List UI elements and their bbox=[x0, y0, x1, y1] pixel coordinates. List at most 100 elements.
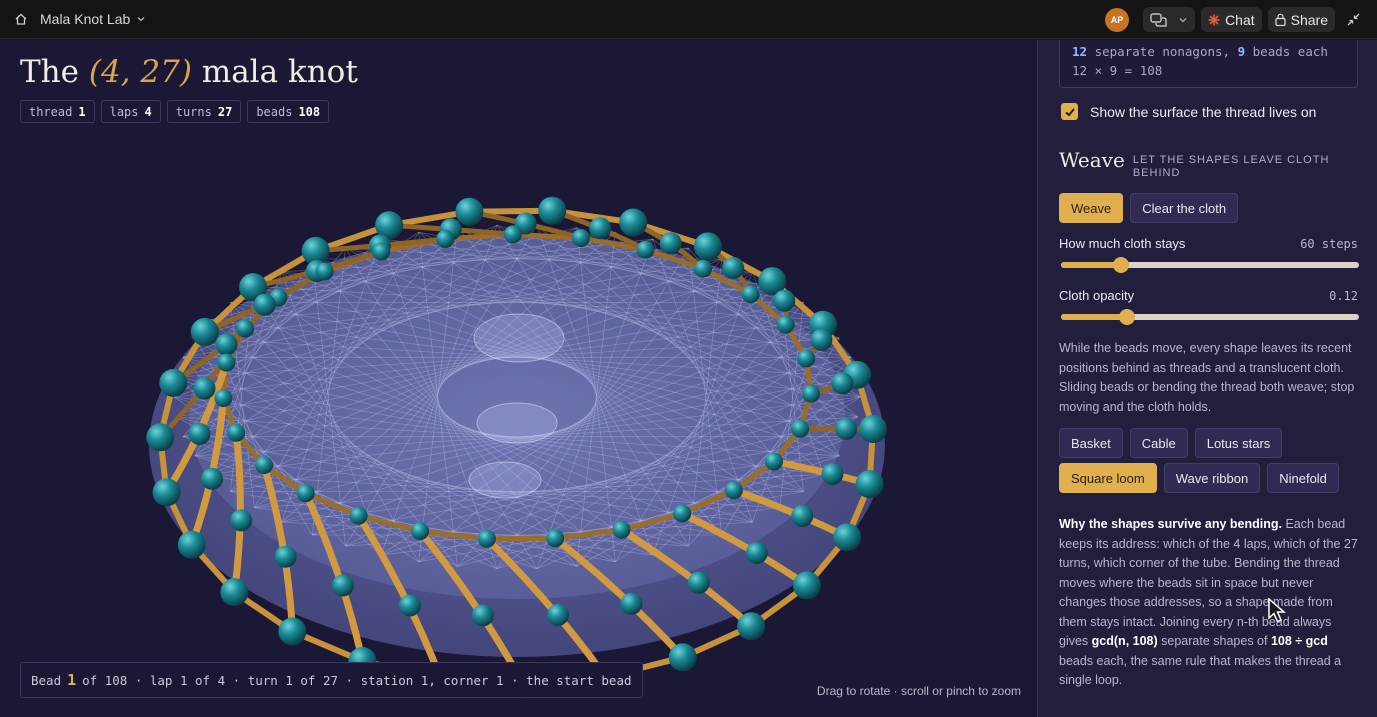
bead[interactable] bbox=[810, 328, 833, 351]
bead[interactable] bbox=[741, 285, 760, 304]
bead[interactable] bbox=[724, 481, 743, 500]
bead[interactable] bbox=[855, 470, 884, 499]
bead[interactable] bbox=[791, 419, 810, 438]
bead[interactable] bbox=[217, 353, 236, 372]
bead[interactable] bbox=[612, 520, 631, 539]
pattern-basket[interactable]: Basket bbox=[1059, 428, 1123, 458]
bead[interactable] bbox=[571, 229, 590, 247]
formula-box: 12 separate nonagons, 9 beads each 12 × … bbox=[1059, 40, 1358, 88]
cloth-opacity-slider[interactable] bbox=[1061, 309, 1359, 325]
bead[interactable] bbox=[659, 232, 682, 255]
bead[interactable] bbox=[201, 467, 223, 490]
bead[interactable] bbox=[188, 422, 211, 445]
bead[interactable] bbox=[331, 574, 354, 597]
chat-button[interactable]: Chat bbox=[1201, 7, 1262, 32]
conversations-button[interactable] bbox=[1143, 7, 1196, 32]
bead[interactable] bbox=[833, 523, 862, 552]
bead[interactable] bbox=[455, 197, 484, 226]
bead[interactable] bbox=[668, 643, 697, 672]
bead[interactable] bbox=[146, 423, 175, 452]
slider-handle[interactable] bbox=[1118, 309, 1135, 325]
bead[interactable] bbox=[193, 377, 216, 400]
share-label: Share bbox=[1290, 11, 1328, 28]
bead[interactable] bbox=[619, 208, 648, 237]
bead[interactable] bbox=[227, 423, 246, 442]
bead[interactable] bbox=[687, 571, 710, 594]
title-prefix: The bbox=[20, 54, 79, 90]
chevron-down-icon[interactable] bbox=[1178, 15, 1188, 25]
bead[interactable] bbox=[436, 230, 455, 248]
bead[interactable] bbox=[636, 240, 655, 259]
bead[interactable] bbox=[190, 317, 219, 346]
bead[interactable] bbox=[673, 504, 692, 523]
surface-checkbox[interactable]: Show the surface the thread lives on bbox=[1061, 103, 1316, 120]
bead[interactable] bbox=[349, 506, 368, 525]
bead[interactable] bbox=[858, 415, 887, 444]
bead[interactable] bbox=[152, 478, 181, 507]
pattern-wave-ribbon[interactable]: Wave ribbon bbox=[1163, 463, 1261, 493]
why-explanation: Why the shapes survive any bending. Each… bbox=[1059, 517, 1358, 687]
bead[interactable] bbox=[694, 259, 713, 278]
knot-canvas[interactable] bbox=[0, 40, 1037, 717]
cloth-stays-slider[interactable] bbox=[1061, 257, 1359, 273]
bead[interactable] bbox=[477, 529, 496, 548]
chat-label: Chat bbox=[1225, 11, 1255, 28]
bead[interactable] bbox=[372, 242, 391, 261]
funnel-ring bbox=[473, 313, 565, 363]
bead[interactable] bbox=[765, 452, 783, 471]
bead[interactable] bbox=[547, 603, 569, 626]
bead[interactable] bbox=[745, 542, 768, 564]
weave-button[interactable]: Weave bbox=[1059, 193, 1124, 223]
share-button[interactable]: Share bbox=[1267, 7, 1335, 32]
bead[interactable] bbox=[693, 232, 722, 261]
bead[interactable] bbox=[722, 256, 745, 279]
pattern-ninefold[interactable]: Ninefold bbox=[1267, 463, 1339, 493]
bead[interactable] bbox=[802, 384, 821, 403]
bead[interactable] bbox=[503, 225, 522, 244]
bead[interactable] bbox=[821, 462, 844, 485]
bead[interactable] bbox=[398, 594, 421, 617]
bead[interactable] bbox=[791, 505, 814, 528]
bead[interactable] bbox=[159, 368, 188, 397]
pattern-square-loom[interactable]: Square loom bbox=[1059, 463, 1157, 493]
bead[interactable] bbox=[776, 315, 795, 334]
bead[interactable] bbox=[315, 262, 334, 281]
bead[interactable] bbox=[220, 578, 249, 607]
home-icon[interactable] bbox=[12, 10, 30, 28]
bead[interactable] bbox=[274, 545, 297, 568]
bead[interactable] bbox=[296, 484, 315, 503]
bead[interactable] bbox=[471, 604, 494, 627]
bead[interactable] bbox=[797, 349, 816, 368]
knot-viewer[interactable]: The (4, 27) mala knot thread 1 laps 4 turn… bbox=[0, 40, 1037, 717]
pattern-cable[interactable]: Cable bbox=[1129, 428, 1188, 458]
bead[interactable] bbox=[835, 417, 858, 440]
side-panel[interactable]: 12 separate nonagons, 9 beads each 12 × … bbox=[1037, 40, 1377, 717]
bead[interactable] bbox=[793, 571, 821, 600]
bead[interactable] bbox=[215, 333, 238, 356]
top-bar: Mala Knot Lab AP Chat Share bbox=[0, 0, 1377, 39]
bead[interactable] bbox=[620, 592, 643, 615]
bead[interactable] bbox=[546, 529, 565, 548]
slider-handle[interactable] bbox=[1112, 257, 1129, 273]
bead[interactable] bbox=[177, 530, 206, 559]
bead[interactable] bbox=[589, 217, 612, 240]
title-suffix: mala knot bbox=[201, 54, 358, 90]
app-name-menu[interactable]: Mala Knot Lab bbox=[40, 11, 146, 27]
clear-cloth-button[interactable]: Clear the cloth bbox=[1130, 193, 1239, 223]
avatar[interactable]: AP bbox=[1105, 7, 1130, 32]
bead[interactable] bbox=[538, 196, 567, 225]
bead[interactable] bbox=[253, 293, 276, 316]
bead[interactable] bbox=[230, 509, 253, 532]
checkbox-checked-icon[interactable] bbox=[1061, 103, 1078, 120]
pattern-lotus-stars[interactable]: Lotus stars bbox=[1194, 428, 1283, 458]
bead[interactable] bbox=[214, 389, 233, 407]
bead[interactable] bbox=[411, 522, 430, 541]
bead[interactable] bbox=[831, 372, 854, 395]
chip-turns: turns 27 bbox=[166, 100, 242, 123]
bead[interactable] bbox=[737, 612, 766, 641]
collapse-icon[interactable] bbox=[1341, 8, 1365, 32]
bead[interactable] bbox=[278, 617, 307, 646]
bead[interactable] bbox=[255, 456, 274, 475]
bead[interactable] bbox=[773, 289, 796, 312]
bead[interactable] bbox=[236, 319, 255, 338]
